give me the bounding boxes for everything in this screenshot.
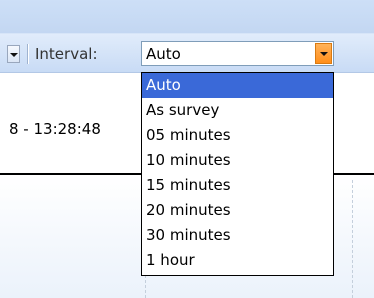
interval-dropdown-list[interactable]: Auto As survey 05 minutes 10 minutes 15 … (141, 72, 334, 276)
interval-label: Interval: (35, 45, 98, 63)
interval-option-20-minutes[interactable]: 20 minutes (142, 198, 333, 223)
toolbar-separator (27, 44, 28, 64)
grid-line (352, 180, 353, 298)
interval-option-as-survey[interactable]: As survey (142, 98, 333, 123)
interval-option-1-hour[interactable]: 1 hour (142, 248, 333, 273)
interval-option-10-minutes[interactable]: 10 minutes (142, 148, 333, 173)
toolbar: Interval: Auto (0, 33, 374, 73)
timestamp-label: 8 - 13:28:48 (9, 120, 101, 138)
interval-dropdown-button[interactable] (315, 43, 332, 64)
window-titlebar (0, 0, 374, 33)
interval-combobox[interactable]: Auto (141, 41, 334, 66)
interval-option-30-minutes[interactable]: 30 minutes (142, 223, 333, 248)
interval-option-auto[interactable]: Auto (142, 73, 333, 98)
interval-option-15-minutes[interactable]: 15 minutes (142, 173, 333, 198)
toolbar-dropdown-arrow-icon[interactable] (7, 45, 20, 63)
interval-option-05-minutes[interactable]: 05 minutes (142, 123, 333, 148)
interval-combobox-value: Auto (146, 45, 181, 63)
